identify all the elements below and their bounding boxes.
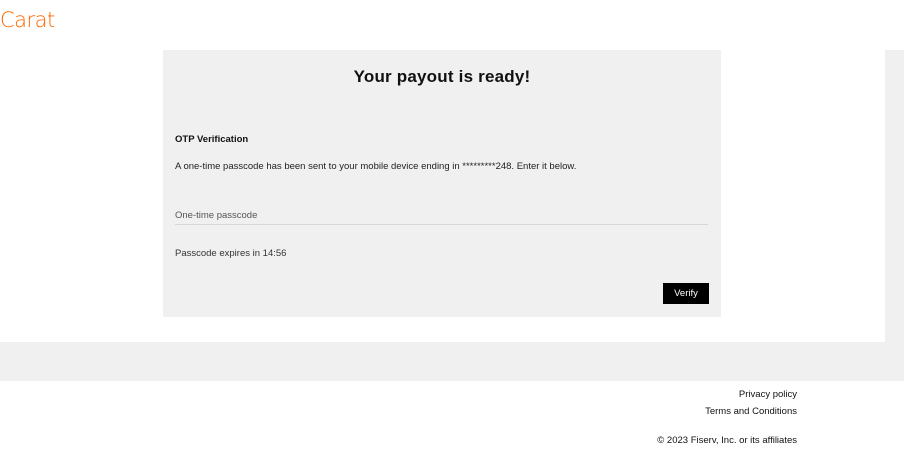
passcode-input[interactable]	[175, 206, 708, 225]
otp-verification-heading: OTP Verification	[175, 134, 249, 145]
right-panel-strip	[885, 50, 904, 342]
terms-and-conditions-link[interactable]: Terms and Conditions	[705, 406, 797, 417]
passcode-expiry-text: Passcode expires in 14:56	[175, 248, 287, 259]
footer-divider-band	[0, 342, 904, 381]
otp-description: A one-time passcode has been sent to you…	[175, 161, 577, 172]
page-title: Your payout is ready!	[353, 67, 531, 86]
carat-logo: Carat	[0, 8, 55, 32]
copyright-text: © 2023 Fiserv, Inc. or its affiliates	[657, 435, 797, 446]
otp-card: Your payout is ready! OTP Verification A…	[163, 50, 721, 317]
verify-button[interactable]: Verify	[663, 283, 709, 304]
privacy-policy-link[interactable]: Privacy policy	[739, 389, 797, 400]
